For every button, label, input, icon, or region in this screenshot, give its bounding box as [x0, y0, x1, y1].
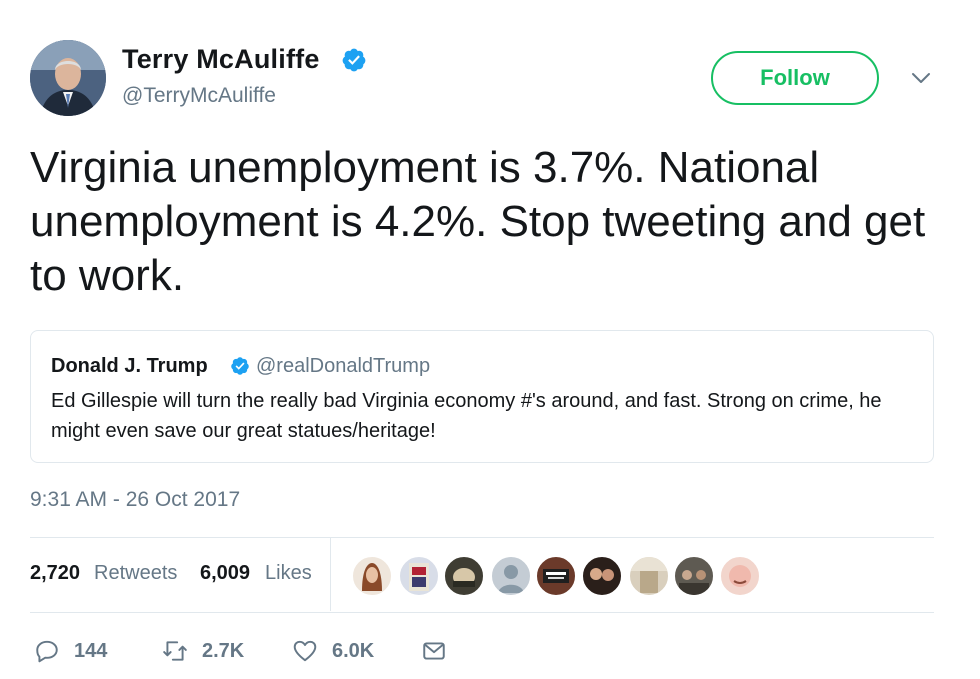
retweets-label[interactable]: Retweets: [94, 562, 177, 585]
direct-message-action[interactable]: [421, 638, 447, 664]
liker-avatar[interactable]: [491, 556, 531, 596]
verified-badge-icon: [342, 48, 366, 72]
tweet-text: Virginia unemployment is 3.7%. National …: [30, 143, 926, 300]
like-count: 6.0K: [332, 639, 375, 662]
likes-label[interactable]: Likes: [265, 562, 312, 585]
liker-avatar[interactable]: [399, 556, 439, 596]
reply-count: 144: [74, 639, 108, 662]
verified-badge-icon: [231, 357, 249, 375]
author-name[interactable]: Terry McAuliffe: [122, 44, 320, 75]
author-handle[interactable]: @TerryMcAuliffe: [122, 84, 276, 108]
tweet-timestamp[interactable]: 9:31 AM - 26 Oct 2017: [30, 488, 240, 512]
divider: [330, 538, 331, 611]
liker-avatar[interactable]: [536, 556, 576, 596]
divider: [30, 612, 934, 613]
heart-icon: [293, 640, 317, 662]
author-avatar[interactable]: [30, 40, 106, 116]
profile-photo: [30, 40, 106, 116]
envelope-icon: [423, 642, 445, 660]
tweet-card: Terry McAuliffe @TerryMcAuliffe Follow V…: [0, 0, 980, 679]
follow-button[interactable]: Follow: [711, 51, 879, 105]
likes-count[interactable]: 6,009: [200, 562, 250, 585]
liker-avatar[interactable]: [352, 556, 392, 596]
retweet-count: 2.7K: [202, 639, 245, 662]
liker-avatar[interactable]: [582, 556, 622, 596]
liker-avatar[interactable]: [674, 556, 714, 596]
divider: [30, 537, 934, 538]
quoted-tweet[interactable]: Donald J. Trump @realDonaldTrump Ed Gill…: [30, 330, 934, 463]
retweet-icon: [163, 641, 187, 661]
quoted-tweet-text: Ed Gillespie will turn the really bad Vi…: [51, 390, 882, 442]
chevron-down-icon[interactable]: [910, 70, 932, 86]
retweets-count[interactable]: 2,720: [30, 562, 80, 585]
reply-icon: [36, 640, 58, 663]
retweet-action[interactable]: 2.7K: [162, 638, 244, 664]
like-action[interactable]: 6.0K: [292, 638, 374, 664]
quoted-author-name: Donald J. Trump: [51, 355, 208, 377]
quoted-author-handle: @realDonaldTrump: [256, 355, 431, 377]
liker-avatar[interactable]: [629, 556, 669, 596]
liker-avatar[interactable]: [720, 556, 760, 596]
liker-avatar[interactable]: [444, 556, 484, 596]
reply-action[interactable]: 144: [34, 638, 107, 664]
